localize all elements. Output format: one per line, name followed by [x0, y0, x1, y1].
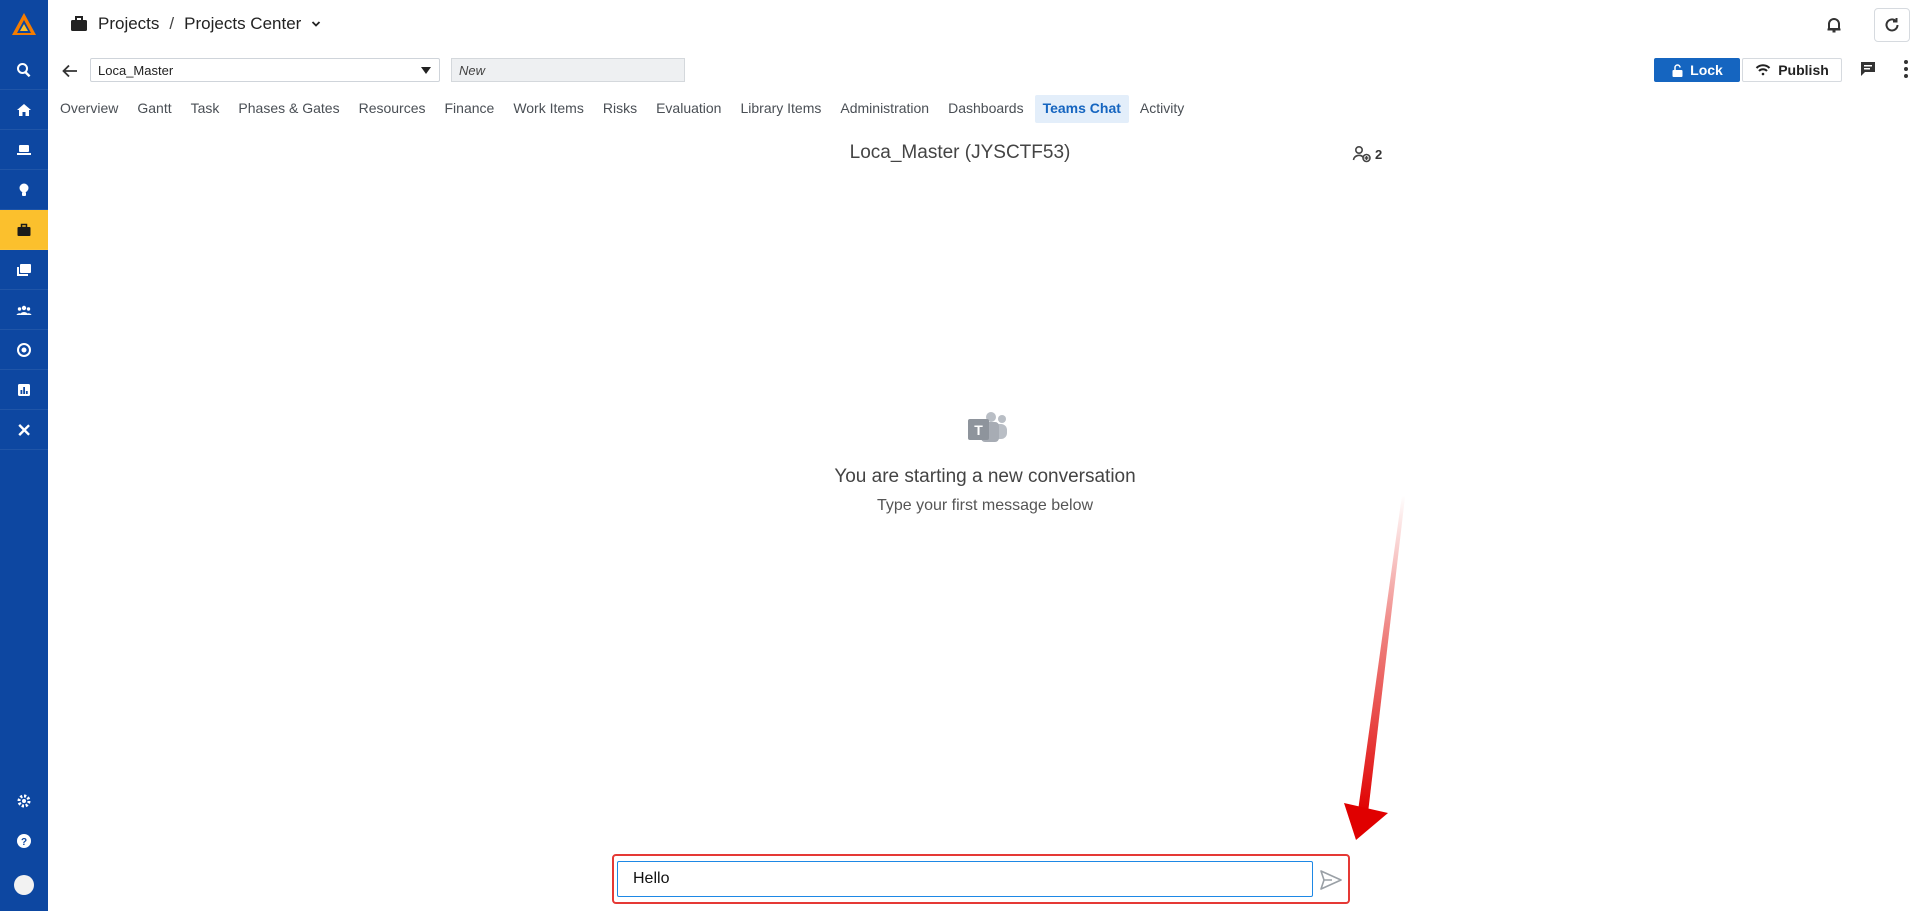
- sidebar-item-profile[interactable]: [0, 865, 48, 905]
- home-icon: [17, 103, 31, 116]
- back-arrow-icon[interactable]: [60, 62, 80, 80]
- tab-overview[interactable]: Overview: [52, 95, 126, 123]
- project-toolbar: Loca_Master New Lock Publish: [48, 56, 1920, 86]
- tab-finance[interactable]: Finance: [437, 95, 503, 123]
- help-icon: ?: [17, 834, 31, 848]
- side-navigation: ?: [0, 0, 48, 911]
- sidebar-item-library[interactable]: [0, 250, 48, 290]
- briefcase-icon: [71, 16, 87, 31]
- tab-task[interactable]: Task: [183, 95, 228, 123]
- teams-logo-icon: T: [968, 412, 1007, 442]
- tab-risks[interactable]: Risks: [595, 95, 645, 123]
- breadcrumb-separator: /: [169, 14, 175, 33]
- briefcase-icon: [17, 223, 31, 236]
- sidebar-item-settings[interactable]: [0, 781, 48, 821]
- send-icon: [1320, 870, 1342, 890]
- tab-gantt[interactable]: Gantt: [129, 95, 179, 123]
- unlock-icon: [1672, 63, 1683, 77]
- sidebar-item-ideas[interactable]: [0, 170, 48, 210]
- lightbulb-icon: [19, 183, 29, 196]
- sidebar-item-reports[interactable]: [0, 370, 48, 410]
- library-icon: [17, 263, 31, 276]
- tab-teams-chat[interactable]: Teams Chat: [1034, 95, 1129, 123]
- sidebar-item-tools[interactable]: [0, 410, 48, 450]
- tab-administration[interactable]: Administration: [832, 95, 937, 123]
- lock-button[interactable]: Lock: [1654, 58, 1740, 82]
- breadcrumb: Projects / Projects Center: [70, 14, 321, 34]
- svg-text:?: ?: [21, 837, 27, 848]
- top-bar: Projects / Projects Center: [48, 0, 1920, 50]
- project-status-field: New: [451, 58, 685, 82]
- tab-library-items[interactable]: Library Items: [732, 95, 829, 123]
- sidebar-item-goals[interactable]: [0, 330, 48, 370]
- avatar-icon: [14, 875, 34, 895]
- refresh-icon: [1885, 18, 1899, 32]
- tab-evaluation[interactable]: Evaluation: [648, 95, 729, 123]
- report-icon: [18, 383, 30, 396]
- sidebar-item-people[interactable]: [0, 290, 48, 330]
- laptop-icon: [17, 144, 31, 155]
- sidebar-item-search[interactable]: [0, 50, 48, 90]
- sidebar-item-help[interactable]: ?: [0, 821, 48, 861]
- project-select-value: Loca_Master: [98, 63, 174, 78]
- sidebar-item-workspace[interactable]: [0, 130, 48, 170]
- tab-work-items[interactable]: Work Items: [505, 95, 592, 123]
- tab-resources[interactable]: Resources: [351, 95, 434, 123]
- kebab-dot-icon: [1904, 60, 1908, 64]
- sidebar-item-home[interactable]: [0, 90, 48, 130]
- svg-text:T: T: [974, 422, 983, 438]
- bell-icon: [1827, 18, 1841, 33]
- sidebar-item-projects[interactable]: [0, 210, 48, 250]
- empty-state-subtitle: Type your first message below: [876, 497, 1094, 514]
- people-icon: [16, 305, 32, 315]
- kebab-dot-icon: [1904, 74, 1908, 78]
- publish-button[interactable]: Publish: [1742, 58, 1842, 82]
- send-button[interactable]: [1318, 867, 1344, 893]
- tools-icon: [18, 423, 30, 436]
- message-input[interactable]: [617, 861, 1313, 897]
- tab-activity[interactable]: Activity: [1132, 95, 1192, 123]
- target-icon: [17, 342, 31, 357]
- chat-title: Loca_Master (JYSCTF53): [849, 142, 1071, 163]
- lock-button-label: Lock: [1690, 62, 1723, 78]
- refresh-button[interactable]: [1874, 8, 1910, 42]
- notifications-button[interactable]: [1816, 8, 1852, 42]
- comments-button[interactable]: [1856, 56, 1880, 82]
- breadcrumb-projects-center[interactable]: Projects Center: [184, 14, 301, 34]
- chevron-down-icon[interactable]: [311, 19, 321, 29]
- logo-icon: [12, 13, 36, 35]
- app-logo[interactable]: [0, 4, 48, 44]
- project-tabs: Overview Gantt Task Phases & Gates Resou…: [52, 95, 1192, 123]
- empty-state-title: You are starting a new conversation: [834, 466, 1136, 487]
- breadcrumb-projects[interactable]: Projects: [98, 14, 159, 34]
- broadcast-icon: [1755, 64, 1771, 76]
- chat-members-button[interactable]: 2: [1352, 145, 1382, 163]
- kebab-dot-icon: [1904, 67, 1908, 71]
- tab-dashboards[interactable]: Dashboards: [940, 95, 1032, 123]
- dropdown-caret-icon: [421, 67, 431, 74]
- add-member-icon: [1352, 145, 1371, 163]
- annotation-arrow: [1344, 495, 1405, 840]
- search-icon: [17, 62, 31, 77]
- comment-icon: [1861, 62, 1875, 76]
- member-count: 2: [1375, 146, 1383, 162]
- project-select[interactable]: Loca_Master: [90, 58, 440, 82]
- publish-button-label: Publish: [1778, 62, 1829, 78]
- tab-phases-gates[interactable]: Phases & Gates: [230, 95, 347, 123]
- more-options-button[interactable]: [1898, 56, 1914, 82]
- gear-icon: [17, 794, 31, 808]
